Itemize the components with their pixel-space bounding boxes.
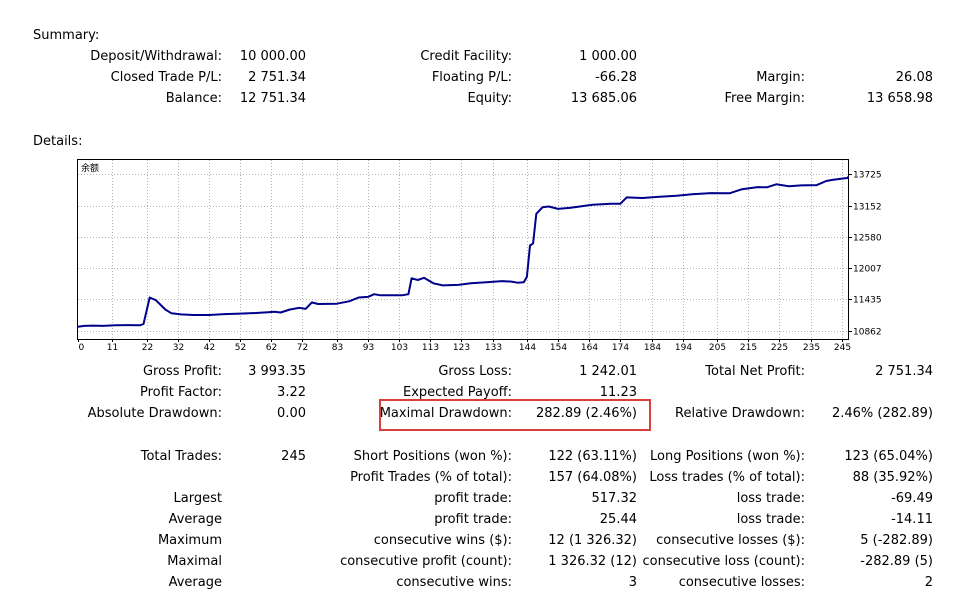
- maximum-label: Maximum: [157, 533, 222, 548]
- y-tick-label: 12007: [853, 265, 882, 275]
- gross-profit-value: 3 993.35: [248, 364, 306, 379]
- total-trades-label: Total Trades:: [140, 449, 222, 464]
- average-consecutive-wins-label: consecutive wins:: [396, 575, 512, 590]
- x-tick-label: 0: [79, 343, 85, 353]
- max-consecutive-losses-value: 5 (-282.89): [860, 533, 933, 548]
- y-tick-label: 13152: [853, 203, 882, 213]
- balance-chart: 10862 11435 12007 12580 13152 13725 0 11 22 32 42 5…: [77, 159, 882, 353]
- maximal-consecutive-profit-label: consecutive profit (count):: [340, 554, 512, 569]
- maximal-drawdown-value: 282.89 (2.46%): [535, 406, 637, 421]
- average-label: Average: [168, 512, 222, 527]
- largest-profit-label: profit trade:: [434, 491, 512, 506]
- largest-loss-value: -69.49: [891, 491, 933, 506]
- profit-factor-label: Profit Factor:: [140, 385, 222, 400]
- long-positions-value: 123 (65.04%): [844, 449, 933, 464]
- y-tick-label: 10862: [853, 328, 882, 338]
- maximal-consecutive-loss-label: consecutive loss (count):: [642, 554, 805, 569]
- y-tick-label: 13725: [853, 171, 882, 181]
- chart-plot-area: [77, 159, 849, 340]
- x-tick-label: 32: [173, 343, 184, 353]
- gross-profit-label: Gross Profit:: [142, 364, 222, 379]
- average-loss-label: loss trade:: [736, 512, 805, 527]
- loss-trades-value: 88 (35.92%): [852, 470, 933, 485]
- absolute-drawdown-label: Absolute Drawdown:: [87, 406, 222, 421]
- average-consecutive-wins-value: 3: [628, 575, 637, 590]
- x-tick-label: 42: [204, 343, 215, 353]
- average-loss-value: -14.11: [891, 512, 933, 527]
- x-tick-label: 154: [550, 343, 567, 353]
- x-tick-label: 225: [771, 343, 788, 353]
- gross-loss-value: 1 242.01: [579, 364, 637, 379]
- maximal-drawdown-label: Maximal Drawdown:: [379, 406, 512, 421]
- x-tick-label: 205: [709, 343, 726, 353]
- short-positions-label: Short Positions (won %):: [353, 449, 512, 464]
- largest-loss-label: loss trade:: [736, 491, 805, 506]
- max-consecutive-losses-label: consecutive losses ($):: [656, 533, 805, 548]
- max-consecutive-wins-label: consecutive wins ($):: [373, 533, 512, 548]
- profit-factor-value: 3.22: [277, 385, 306, 400]
- x-tick-label: 245: [834, 343, 851, 353]
- average-consecutive-losses-label: consecutive losses:: [678, 575, 805, 590]
- x-tick-label: 215: [740, 343, 757, 353]
- x-tick-label: 144: [519, 343, 536, 353]
- chart-series-label: 余额: [81, 162, 99, 174]
- average-profit-value: 25.44: [599, 512, 637, 527]
- largest-label: Largest: [173, 491, 222, 506]
- x-tick-label: 164: [581, 343, 598, 353]
- net-profit-value: 2 751.34: [875, 364, 933, 379]
- x-tick-label: 52: [235, 343, 246, 353]
- profit-trades-label: Profit Trades (% of total):: [350, 470, 512, 485]
- average-consecutive-label: Average: [168, 575, 222, 590]
- x-tick-label: 22: [142, 343, 153, 353]
- maximal-consecutive-loss-value: -282.89 (5): [860, 554, 933, 569]
- long-positions-label: Long Positions (won %):: [650, 449, 805, 464]
- absolute-drawdown-value: 0.00: [277, 406, 306, 421]
- x-tick-label: 184: [644, 343, 661, 353]
- y-tick-label: 11435: [853, 296, 882, 306]
- x-tick-label: 133: [485, 343, 502, 353]
- x-tick-label: 194: [675, 343, 692, 353]
- relative-drawdown-value: 2.46% (282.89): [831, 406, 933, 421]
- largest-profit-value: 517.32: [591, 491, 638, 506]
- x-tick-label: 62: [266, 343, 277, 353]
- x-tick-label: 93: [363, 343, 374, 353]
- net-profit-label: Total Net Profit:: [705, 364, 805, 379]
- maximal-label: Maximal: [167, 554, 222, 569]
- relative-drawdown-label: Relative Drawdown:: [675, 406, 805, 421]
- max-consecutive-wins-value: 12 (1 326.32): [548, 533, 637, 548]
- x-tick-label: 72: [297, 343, 308, 353]
- short-positions-value: 122 (63.11%): [548, 449, 637, 464]
- y-tick-label: 12580: [853, 234, 882, 244]
- gross-loss-label: Gross Loss:: [438, 364, 512, 379]
- x-tick-label: 83: [332, 343, 343, 353]
- average-profit-label: profit trade:: [434, 512, 512, 527]
- average-consecutive-losses-value: 2: [924, 575, 933, 590]
- loss-trades-label: Loss trades (% of total):: [649, 470, 805, 485]
- maximal-consecutive-profit-value: 1 326.32 (12): [548, 554, 637, 569]
- total-trades-value: 245: [281, 449, 306, 464]
- x-tick-label: 113: [422, 343, 439, 353]
- x-tick-label: 174: [612, 343, 629, 353]
- x-tick-label: 103: [391, 343, 408, 353]
- x-tick-label: 235: [803, 343, 820, 353]
- x-tick-label: 11: [107, 343, 118, 353]
- x-tick-label: 123: [453, 343, 470, 353]
- profit-trades-value: 157 (64.08%): [548, 470, 637, 485]
